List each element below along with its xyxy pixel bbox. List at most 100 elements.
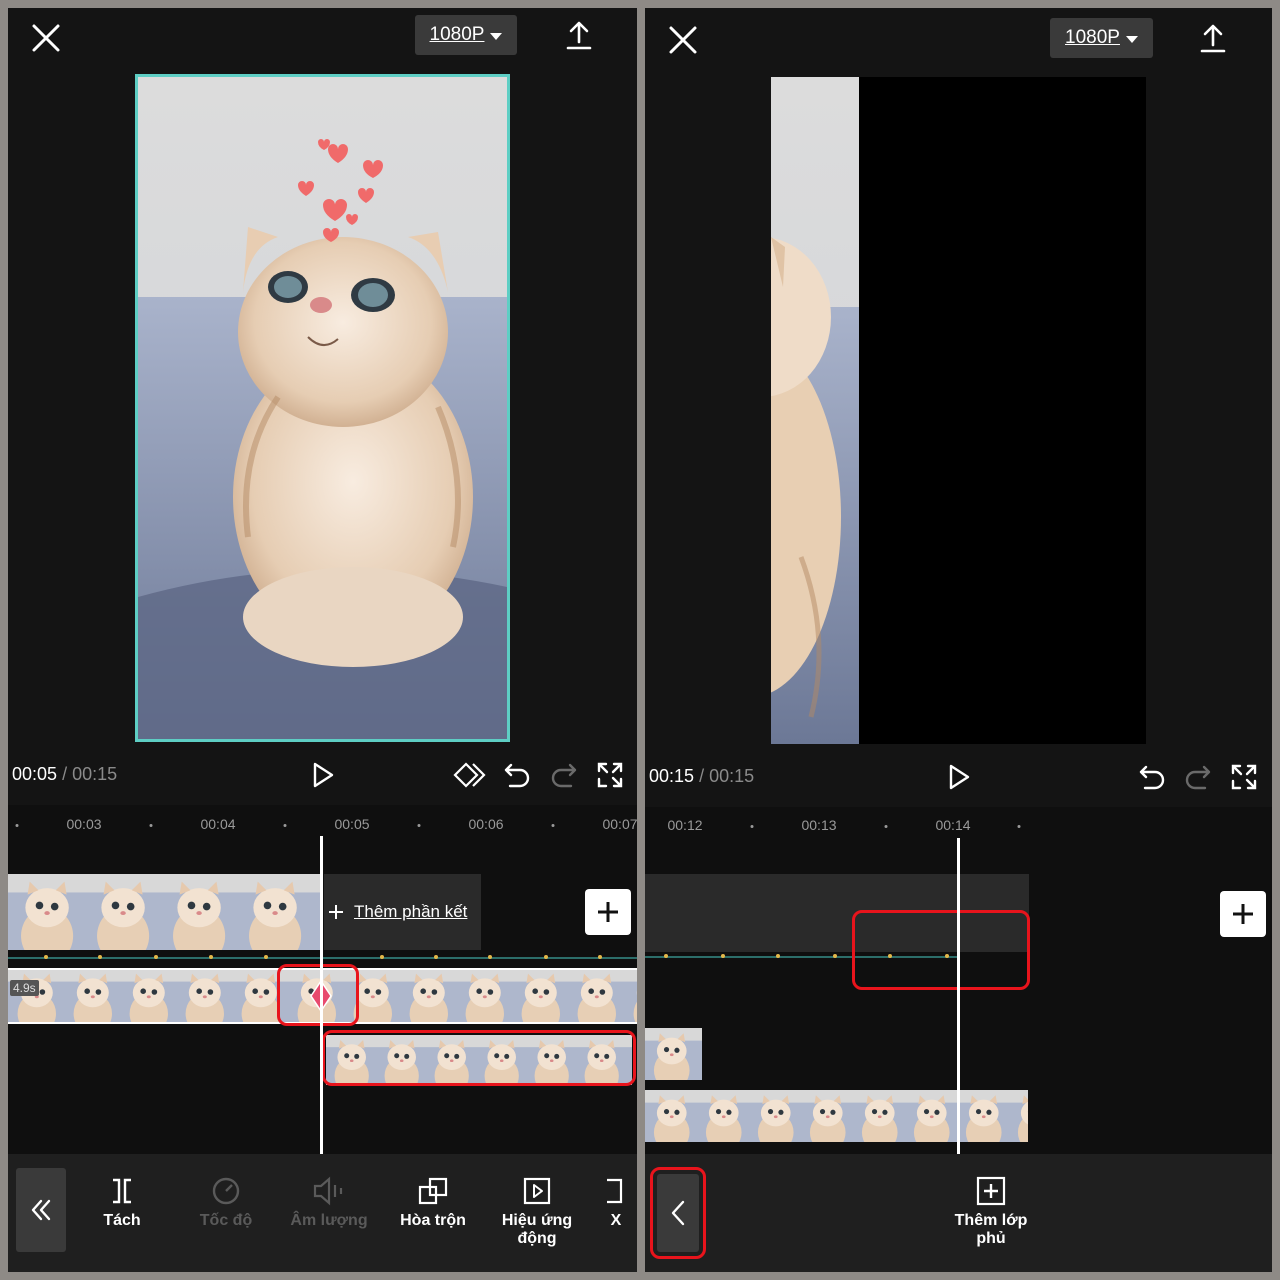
- cat-preview-image: [771, 77, 859, 744]
- left-editor-screen: 1080P 00:05 / 00:15 00:03 00:04 00:05 00…: [8, 8, 637, 1272]
- animation-tool[interactable]: Hiệu ứng động: [492, 1176, 582, 1248]
- ruler-label: 00:06: [468, 816, 504, 832]
- back-icon: [671, 1200, 685, 1226]
- time-current: 00:15: [649, 766, 695, 786]
- overlay-clip-1[interactable]: [645, 1028, 702, 1080]
- clip-thumbnail: [905, 1090, 957, 1142]
- time-total: 00:15: [72, 764, 118, 784]
- clip-thumbnail: [64, 970, 120, 1022]
- add-ending-button[interactable]: Thêm phần kết: [324, 874, 481, 950]
- fullscreen-icon[interactable]: [1227, 760, 1261, 794]
- time-current: 00:05: [12, 764, 58, 784]
- undo-icon[interactable]: [500, 758, 534, 792]
- time-display: 00:05 / 00:15: [12, 764, 117, 785]
- add-overlay-tool[interactable]: Thêm lớp phủ: [946, 1176, 1036, 1248]
- clip-thumbnail: [176, 970, 232, 1022]
- video-preview[interactable]: [771, 77, 1146, 744]
- resolution-dropdown[interactable]: 1080P: [1050, 18, 1153, 58]
- clip-thumbnail: [8, 970, 64, 1022]
- highlight-box: [322, 1030, 636, 1086]
- keyframe-icon[interactable]: [450, 758, 490, 792]
- bottom-toolbar: Thêm lớp phủ: [645, 1154, 1272, 1272]
- clip-thumbnail: [120, 970, 176, 1022]
- back-button[interactable]: [650, 1167, 706, 1259]
- fullscreen-icon[interactable]: [593, 758, 627, 792]
- clip-thumbnail: [853, 1090, 905, 1142]
- more-tool[interactable]: X: [586, 1176, 637, 1230]
- clip-thumbnail: [236, 874, 312, 950]
- right-editor-screen: 1080P 00:15 / 00:15 00:12 00:13 00:14 Th…: [645, 8, 1272, 1272]
- undo-icon[interactable]: [1135, 760, 1169, 794]
- chevron-down-icon: [1125, 35, 1138, 43]
- ruler-label: 00:03: [66, 816, 102, 832]
- close-icon[interactable]: [665, 22, 701, 58]
- bottom-toolbar: Tách Tốc độ Âm lượng Hòa trộn Hiệu ứng đ…: [8, 1154, 637, 1272]
- plus-icon: [1233, 904, 1253, 924]
- highlight-box: [277, 964, 359, 1026]
- split-icon: [113, 1178, 131, 1204]
- redo-icon[interactable]: [547, 758, 581, 792]
- ruler-label: 00:07: [602, 816, 637, 832]
- add-overlay-icon: [976, 1176, 1006, 1206]
- time-total: 00:15: [709, 766, 755, 786]
- ruler-label: 00:14: [935, 817, 971, 833]
- add-ending-label: Thêm phần kết: [354, 902, 468, 921]
- speed-tool[interactable]: Tốc độ: [181, 1176, 271, 1230]
- time-separator: /: [62, 764, 68, 784]
- video-preview[interactable]: [135, 74, 510, 742]
- add-clip-button[interactable]: [1220, 891, 1266, 937]
- clip-thumbnail: [697, 1028, 702, 1080]
- more-label: X: [610, 1212, 622, 1229]
- play-icon[interactable]: [306, 758, 340, 792]
- clip-thumbnail: [84, 874, 160, 950]
- clip-thumbnail: [8, 874, 84, 950]
- split-label: Tách: [103, 1212, 141, 1229]
- clip-thumbnail: [456, 970, 512, 1022]
- blend-label: Hòa trộn: [400, 1212, 466, 1229]
- volume-icon: [313, 1176, 343, 1206]
- cat-preview-image: [138, 77, 507, 739]
- collapse-icon[interactable]: [16, 1168, 66, 1252]
- speed-icon: [212, 1177, 240, 1205]
- playhead[interactable]: [957, 838, 960, 1156]
- clip-thumbnail: [400, 970, 456, 1022]
- volume-label: Âm lượng: [290, 1212, 368, 1229]
- split-tool[interactable]: Tách: [77, 1176, 167, 1230]
- overlay-clip-2[interactable]: [645, 1090, 1028, 1142]
- clip-thumbnail: [568, 970, 624, 1022]
- ruler-label: 00:05: [334, 816, 370, 832]
- animation-label: Hiệu ứng động: [501, 1212, 573, 1247]
- blend-icon: [418, 1177, 448, 1205]
- close-icon[interactable]: [28, 20, 64, 56]
- clip-thumbnail: [801, 1090, 853, 1142]
- highlight-box: [852, 910, 1030, 990]
- playhead[interactable]: [320, 836, 323, 1156]
- clip-duration-badge: 4.9s: [10, 980, 39, 996]
- ruler-label: 00:04: [200, 816, 236, 832]
- clip-thumbnail: [1009, 1090, 1028, 1142]
- clip-thumbnail: [512, 970, 568, 1022]
- add-clip-button[interactable]: [585, 889, 631, 935]
- clip-thumbnail: [160, 874, 236, 950]
- export-icon[interactable]: [1196, 21, 1230, 55]
- clip-thumbnail: [624, 970, 637, 1022]
- plus-icon: [329, 905, 343, 919]
- clip-thumbnail: [749, 1090, 801, 1142]
- export-icon[interactable]: [562, 18, 596, 52]
- main-video-clip[interactable]: [8, 874, 322, 950]
- clip-thumbnail: [957, 1090, 1009, 1142]
- blend-tool[interactable]: Hòa trộn: [388, 1176, 478, 1230]
- volume-tool[interactable]: Âm lượng: [284, 1176, 374, 1230]
- animation-icon: [523, 1177, 551, 1205]
- ruler-label: 00:12: [667, 817, 703, 833]
- add-overlay-label: Thêm lớp phủ: [954, 1212, 1028, 1247]
- time-separator: /: [699, 766, 705, 786]
- clip-thumbnail: [645, 1028, 697, 1080]
- play-icon[interactable]: [942, 760, 976, 794]
- resolution-label: 1080P: [1065, 27, 1120, 48]
- resolution-dropdown[interactable]: 1080P: [415, 15, 517, 55]
- more-tool-icon: [607, 1178, 623, 1204]
- clip-thumbnail: [645, 1090, 697, 1142]
- speed-label: Tốc độ: [199, 1212, 253, 1229]
- redo-icon[interactable]: [1181, 760, 1215, 794]
